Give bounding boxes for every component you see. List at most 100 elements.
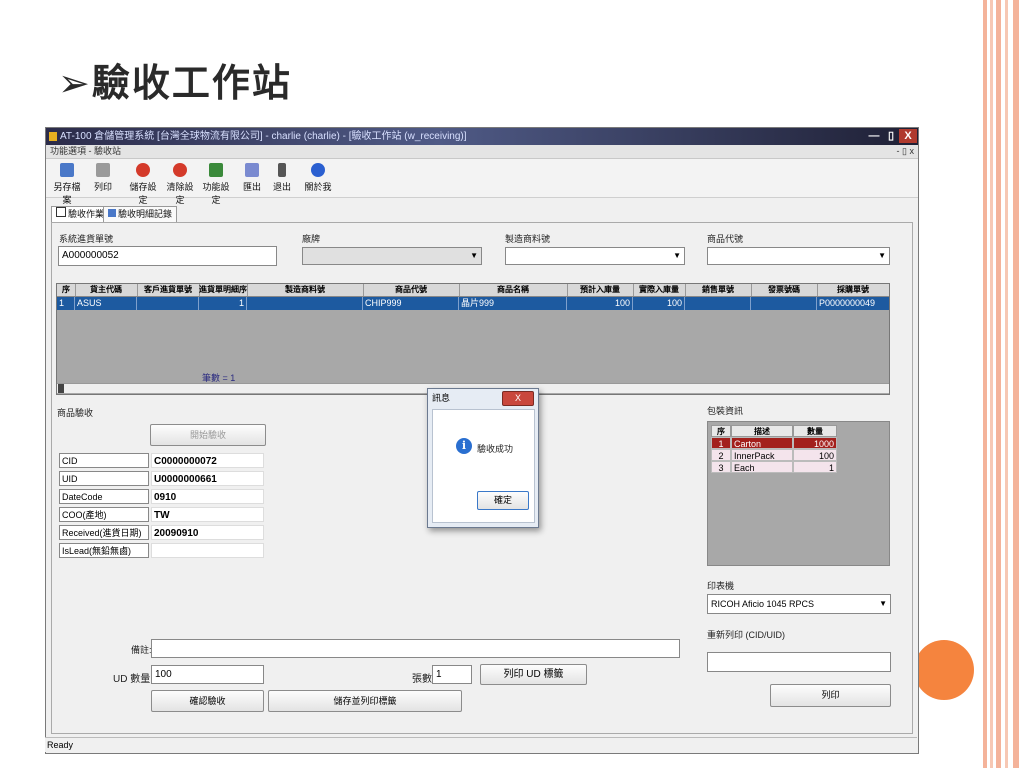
list-item[interactable]: 1 Carton 1000	[711, 437, 837, 449]
chevron-down-icon: ▼	[470, 251, 478, 260]
mdi-controls[interactable]: - ▯ x	[897, 145, 914, 158]
print-button[interactable]: 列印	[86, 161, 120, 195]
datecode-value[interactable]: 0910	[151, 489, 264, 504]
packing-header-cell[interactable]: 數量	[793, 425, 837, 437]
grid-header: 序 貨主代碼 客戶進貨單號 進貨單明細序 製造商料號 商品代號 商品名稱 預計入…	[57, 284, 889, 297]
exit-icon	[278, 163, 286, 177]
export-icon	[245, 163, 259, 177]
scrollbar-thumb[interactable]	[58, 384, 64, 393]
grid-icon	[56, 207, 66, 217]
print-ud-label-button[interactable]: 列印 UD 標籤	[480, 664, 587, 685]
dialog-body: i 驗收成功 確定	[432, 409, 535, 523]
tab-receiving[interactable]: 驗收作業	[51, 206, 110, 222]
packing-cell: Carton	[731, 437, 793, 449]
clear-settings-label: 清除設定	[166, 182, 194, 205]
remark-input[interactable]	[151, 639, 680, 658]
dialog-ok-button[interactable]: 確定	[477, 491, 529, 510]
order-number-input[interactable]: A000000052	[58, 246, 277, 266]
list-item[interactable]: 3 Each 1	[711, 461, 837, 473]
export-label: 匯出	[242, 182, 261, 192]
grid-cell: 100	[567, 297, 633, 310]
list-item[interactable]: 2 InnerPack 100	[711, 449, 837, 461]
printer-icon	[96, 163, 110, 177]
uid-value[interactable]: U0000000661	[151, 471, 264, 486]
maximize-button[interactable]: ▯	[883, 129, 899, 143]
received-date-value[interactable]: 20090910	[151, 525, 264, 540]
grid-header-cell[interactable]: 商品代號	[363, 284, 460, 296]
verify-section-label: 商品驗收	[57, 408, 94, 418]
close-button[interactable]: X	[899, 129, 917, 143]
pages-input[interactable]: 1	[432, 665, 472, 684]
grid-header-cell[interactable]: 銷售單號	[685, 284, 752, 296]
grid-header-cell[interactable]: 採購單號	[817, 284, 889, 296]
cid-label: CID	[59, 453, 149, 468]
info-icon: i	[456, 438, 472, 454]
coo-label: COO(產地)	[59, 507, 149, 522]
window-titlebar: AT-100 倉儲管理系統 [台灣全球物流有限公司] - charlie (ch…	[46, 128, 918, 145]
grid-header-cell[interactable]: 商品名稱	[459, 284, 568, 296]
order-number-label: 系統進貨單號	[59, 234, 114, 244]
table-icon	[108, 209, 116, 217]
tab-receiving-log-label: 驗收明細記錄	[118, 209, 173, 219]
grid-cell: ASUS	[75, 297, 137, 310]
menu-function-options[interactable]: 功能選項 - 驗收站	[50, 145, 121, 158]
packing-header-cell[interactable]: 描述	[731, 425, 793, 437]
grid-header-cell[interactable]: 序	[57, 284, 76, 296]
brand-select[interactable]: ▼	[302, 247, 482, 265]
packing-header-cell[interactable]: 序	[711, 425, 731, 437]
printer-select[interactable]: RICOH Aficio 1045 RPCS ▼	[707, 594, 891, 614]
product-code-select[interactable]: ▼	[707, 247, 890, 265]
brand-label: 廠牌	[302, 234, 321, 244]
exit-button[interactable]: 退出	[265, 161, 299, 195]
confirm-verify-button[interactable]: 確認驗收	[151, 690, 264, 712]
grid-cell	[247, 297, 363, 310]
islead-label: IsLead(無鉛無鹵)	[59, 543, 149, 558]
ud-qty-input[interactable]: 100	[151, 665, 264, 684]
grid-header-cell[interactable]: 預計入庫量	[567, 284, 634, 296]
packing-cell: 3	[711, 461, 731, 473]
grid-header-cell[interactable]: 客戶進貨單號	[137, 284, 200, 296]
function-settings-button[interactable]: 功能設定	[199, 161, 233, 205]
mfr-part-select[interactable]: ▼	[505, 247, 685, 265]
reprint-input[interactable]	[707, 652, 891, 672]
grid-header-cell[interactable]: 發票號碼	[751, 284, 818, 296]
print-label: 列印	[93, 182, 112, 192]
tab-receiving-log[interactable]: 驗收明細記錄	[103, 206, 178, 222]
mfr-part-label: 製造商料號	[505, 234, 551, 244]
about-label: 關於我	[304, 182, 332, 192]
packing-cell: 1	[711, 437, 731, 449]
reprint-label: 重新列印 (CID/UID)	[707, 630, 785, 640]
grid-header-cell[interactable]: 實際入庫量	[633, 284, 686, 296]
packing-print-button[interactable]: 列印	[770, 684, 891, 707]
datecode-label: DateCode	[59, 489, 149, 504]
received-date-label: Received(進貨日期)	[59, 525, 149, 540]
save-settings-icon	[136, 163, 150, 177]
save-settings-button[interactable]: 儲存設定	[126, 161, 160, 205]
coo-value[interactable]: TW	[151, 507, 264, 522]
table-row[interactable]: 1 ASUS 1 CHIP999 晶片999 100 100 P00000000…	[57, 297, 889, 310]
save-settings-label: 儲存設定	[129, 182, 157, 205]
export-button[interactable]: 匯出	[235, 161, 269, 195]
grid-header-cell[interactable]: 貨主代碼	[75, 284, 138, 296]
grid-header-cell[interactable]: 進貨單明細序	[199, 284, 248, 296]
right-stripe-1	[983, 0, 987, 768]
save-file-button[interactable]: 另存檔案	[50, 161, 84, 205]
chevron-down-icon: ▼	[673, 251, 681, 260]
save-and-print-button[interactable]: 儲存並列印標籤	[268, 690, 462, 712]
clear-settings-button[interactable]: 清除設定	[163, 161, 197, 205]
dialog-close-button[interactable]: X	[502, 391, 534, 406]
start-verify-button[interactable]: 開始驗收	[150, 424, 266, 446]
grid-cell: 晶片999	[459, 297, 567, 310]
function-settings-label: 功能設定	[202, 182, 230, 205]
minimize-button[interactable]: —	[866, 129, 882, 143]
printer-label: 印表機	[707, 581, 735, 591]
about-button[interactable]: 關於我	[301, 161, 335, 195]
grid-cell: CHIP999	[363, 297, 459, 310]
toolbar: 另存檔案 列印 儲存設定 清除設定 功能設定 匯出 退出 關於我	[46, 159, 918, 205]
uid-label: UID	[59, 471, 149, 486]
grid-cell	[751, 297, 817, 310]
decorative-circle	[914, 640, 974, 700]
islead-value[interactable]	[151, 543, 264, 558]
cid-value[interactable]: C0000000072	[151, 453, 264, 468]
grid-header-cell[interactable]: 製造商料號	[247, 284, 364, 296]
